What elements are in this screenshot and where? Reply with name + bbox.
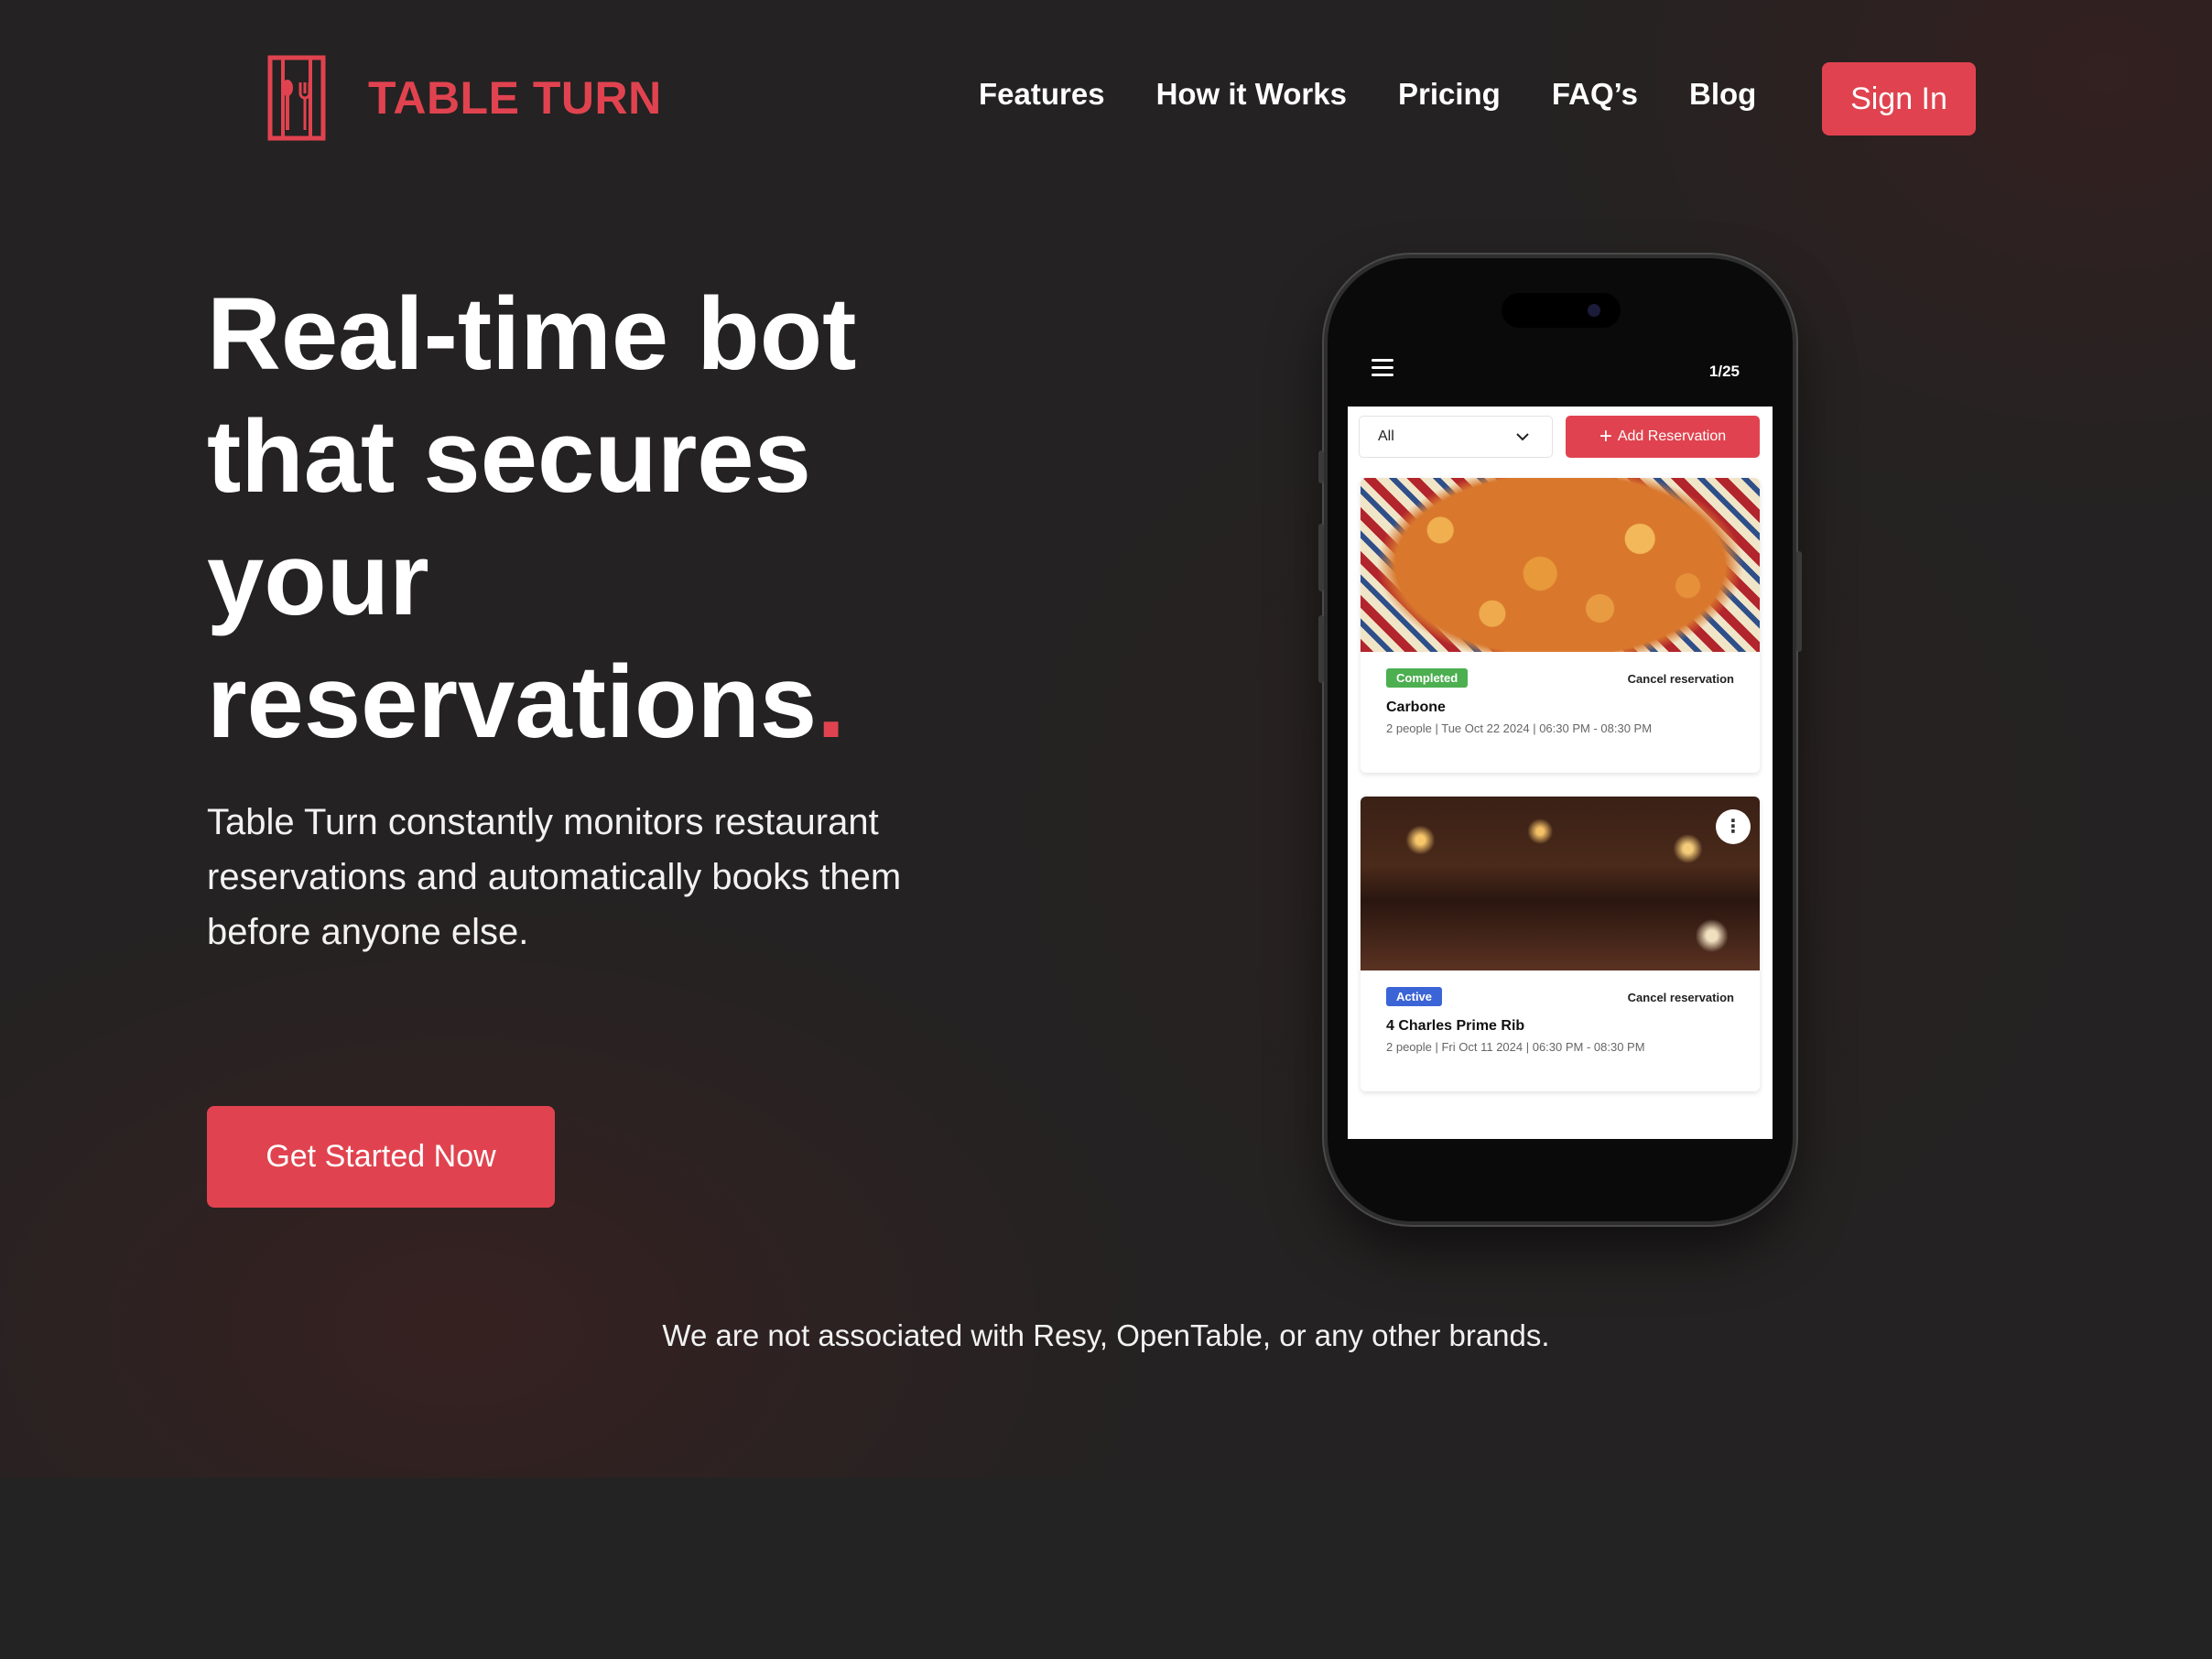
fork-spoon-logo-icon xyxy=(267,55,326,141)
disclaimer-text: We are not associated with Resy, OpenTab… xyxy=(662,1318,1550,1352)
reservation-card[interactable]: Completed Cancel reservation Carbone 2 p… xyxy=(1361,478,1760,773)
app-screen: All + Add Reservation Completed Cancel r… xyxy=(1348,407,1773,1139)
add-reservation-button[interactable]: + Add Reservation xyxy=(1566,416,1760,458)
more-options-icon[interactable]: ⋮ xyxy=(1716,809,1751,844)
status-filter-select[interactable]: All xyxy=(1359,416,1553,458)
restaurant-name: 4 Charles Prime Rib xyxy=(1386,1018,1525,1034)
nav-how-it-works[interactable]: How it Works xyxy=(1156,77,1347,112)
sign-in-button[interactable]: Sign In xyxy=(1822,62,1976,136)
phone-action-button xyxy=(1318,450,1324,483)
main-nav: Features How it Works Pricing FAQ’s Blog xyxy=(979,77,1756,112)
nav-pricing[interactable]: Pricing xyxy=(1398,77,1501,112)
reservation-details: 2 people | Fri Oct 11 2024 | 06:30 PM - … xyxy=(1386,1040,1645,1054)
headline-line-2: that secures xyxy=(207,399,811,514)
plus-icon: + xyxy=(1599,424,1612,449)
filter-value: All xyxy=(1378,428,1394,444)
hero-subtext: Table Turn constantly monitors restauran… xyxy=(207,802,902,952)
phone-volume-up xyxy=(1318,524,1324,591)
bottom-section xyxy=(0,1478,2212,1659)
reservation-card[interactable]: ⋮ Active Cancel reservation 4 Charles Pr… xyxy=(1361,797,1760,1091)
reservation-details: 2 people | Tue Oct 22 2024 | 06:30 PM - … xyxy=(1386,721,1653,735)
status-badge: Active xyxy=(1386,987,1443,1006)
restaurant-interior-photo: ⋮ xyxy=(1361,797,1760,970)
logo[interactable]: TABLE TURN xyxy=(267,55,662,141)
phone-power-button xyxy=(1796,551,1802,652)
add-reservation-label: Add Reservation xyxy=(1617,428,1727,444)
headline-line-1: Real-time bot xyxy=(207,276,857,391)
nav-faqs[interactable]: FAQ’s xyxy=(1552,77,1638,112)
chevron-down-icon xyxy=(1516,433,1529,441)
phone-mockup: 1/25 All + Add Reservation Completed Can… xyxy=(1318,258,1802,1221)
restaurant-name: Carbone xyxy=(1386,699,1446,715)
brand-name: TABLE TURN xyxy=(368,72,662,124)
phone-volume-down xyxy=(1318,615,1324,683)
hamburger-menu-icon[interactable] xyxy=(1372,359,1393,381)
cancel-reservation-link[interactable]: Cancel reservation xyxy=(1628,672,1734,686)
nav-features[interactable]: Features xyxy=(979,77,1105,112)
headline-accent-dot: . xyxy=(817,645,846,759)
nav-blog[interactable]: Blog xyxy=(1689,77,1756,112)
headline-line-4: reservations xyxy=(207,645,818,759)
status-badge: Completed xyxy=(1386,668,1469,688)
page-counter: 1/25 xyxy=(1708,363,1740,380)
get-started-button[interactable]: Get Started Now xyxy=(207,1106,555,1208)
cancel-reservation-link[interactable]: Cancel reservation xyxy=(1628,991,1734,1004)
headline-line-3: your xyxy=(207,522,429,636)
pasta-dish-photo xyxy=(1361,478,1760,652)
hero-headline: Real-time bot that secures your reservat… xyxy=(207,273,1013,764)
dynamic-island xyxy=(1502,293,1621,328)
